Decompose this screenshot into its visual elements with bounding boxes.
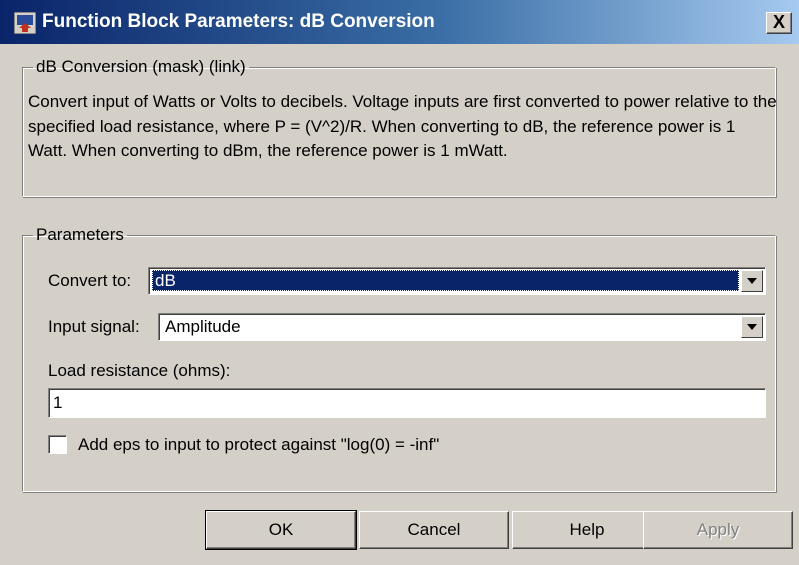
chevron-down-icon[interactable] — [741, 270, 763, 292]
convert-to-value: dB — [152, 270, 739, 291]
load-resistance-field[interactable]: 1 — [48, 388, 766, 418]
ok-button[interactable]: OK — [205, 510, 357, 550]
apply-button[interactable]: Apply — [643, 511, 793, 549]
cancel-button[interactable]: Cancel — [359, 511, 509, 549]
description-group-legend: dB Conversion (mask) (link) — [36, 57, 246, 76]
input-signal-value: Amplitude — [165, 317, 241, 336]
parameters-group-legend: Parameters — [36, 225, 124, 244]
simulink-block-icon — [14, 12, 36, 34]
convert-to-select[interactable]: dB — [148, 267, 766, 295]
title-bar[interactable]: Function Block Parameters: dB Conversion… — [0, 0, 799, 44]
input-signal-label: Input signal: — [48, 317, 140, 336]
input-signal-select[interactable]: Amplitude — [158, 313, 766, 341]
add-eps-label: Add eps to input to protect against "log… — [78, 435, 440, 454]
help-button[interactable]: Help — [512, 511, 662, 549]
close-button[interactable]: X — [766, 12, 792, 34]
add-eps-checkbox[interactable] — [48, 435, 67, 454]
load-resistance-label: Load resistance (ohms): — [48, 361, 231, 380]
window-title: Function Block Parameters: dB Conversion — [42, 11, 435, 32]
chevron-down-icon[interactable] — [741, 316, 763, 338]
close-icon: X — [772, 12, 785, 32]
convert-to-label: Convert to: — [48, 271, 132, 290]
block-description: Convert input of Watts or Volts to decib… — [28, 92, 777, 160]
